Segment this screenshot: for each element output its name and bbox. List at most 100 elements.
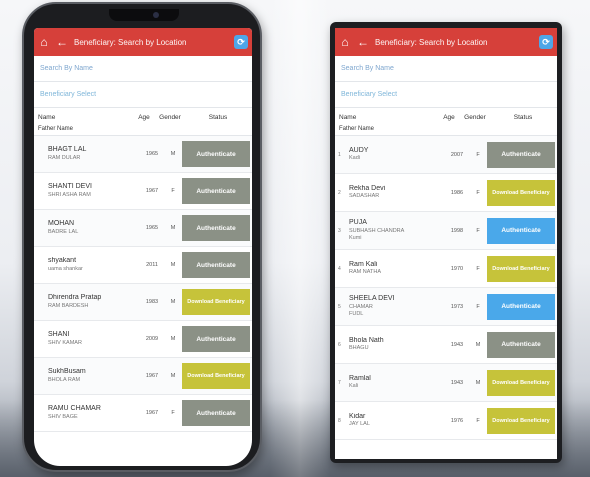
authenticate-button[interactable]: Authenticate <box>182 400 250 426</box>
back-arrow-icon[interactable]: ← <box>357 35 369 49</box>
beneficiary-name: Ram Kali <box>349 260 378 268</box>
table-row: MOHAN BADRE LAL 1965 M Authenticate <box>34 210 252 247</box>
column-gender: Gender <box>464 113 486 121</box>
beneficiary-name: Rekha Devi <box>349 184 386 192</box>
age-cell: 2007 <box>450 151 464 158</box>
age-cell: 1967 <box>145 410 159 416</box>
beneficiary-list: BHAGT LAL RAM DULAR 1965 M Authenticate SHANT… <box>34 136 252 432</box>
beneficiary-select-label: Beneficiary Select <box>40 91 97 98</box>
father-name: BHOLA RAM <box>48 376 81 383</box>
gender-cell: F <box>476 227 480 234</box>
beneficiary-name-cell: Ram Kali RAM NATHA <box>335 261 445 277</box>
table-row: 3 PUJA SUBHASH CHANDRA Kumi 1998 F Authenticat… <box>335 212 557 250</box>
age-cell: 1965 <box>145 151 159 157</box>
table-row: 8 Kidar JAY LAL 1976 F Download Beneficiary <box>335 402 557 440</box>
authenticate-button[interactable]: Authenticate <box>182 252 250 278</box>
authenticate-button[interactable]: Authenticate <box>487 217 555 244</box>
download-beneficiary-button[interactable]: Download Beneficiary <box>182 363 250 389</box>
gender-cell: M <box>170 225 176 231</box>
row-index: 4 <box>338 265 341 272</box>
column-gender: Gender <box>159 113 181 121</box>
gender-cell: F <box>476 417 480 424</box>
home-icon[interactable]: ⌂ <box>38 35 50 49</box>
gender-cell: F <box>476 189 480 196</box>
beneficiary-name: AUDY <box>349 146 369 154</box>
download-beneficiary-button[interactable]: Download Beneficiary <box>487 369 555 396</box>
age-cell: 2011 <box>146 262 158 268</box>
beneficiary-name-cell: SHEELA DEVI CHAMAR FUDL <box>335 295 445 318</box>
download-beneficiary-button[interactable]: Download Beneficiary <box>487 255 555 282</box>
search-placeholder: Search By Name <box>341 65 394 72</box>
beneficiary-name-cell: BHAGT LAL RAM DULAR <box>34 146 140 162</box>
beneficiary-select[interactable]: Beneficiary Select <box>335 82 557 108</box>
gender-cell: F <box>171 188 175 194</box>
father-name: uama shankar <box>48 265 83 272</box>
authenticate-button[interactable]: Authenticate <box>182 215 250 241</box>
gender-cell: M <box>475 379 481 386</box>
beneficiary-name: SHANI <box>48 331 70 339</box>
age-cell: 2009 <box>145 336 159 342</box>
beneficiary-select[interactable]: Beneficiary Select <box>34 82 252 108</box>
age-cell: 1943 <box>450 379 464 386</box>
father-name: RAM DULAR <box>48 154 81 161</box>
phone-left: ⌂ ← Beneficiary: Search by Location ⟳ Se… <box>22 2 262 472</box>
search-input[interactable]: Search By Name <box>335 56 557 82</box>
table-row: Dhirendra Pratap RAM BARDESH 1983 M Download… <box>34 284 252 321</box>
gender-cell: M <box>170 373 176 379</box>
father-name: RAM NATHA <box>349 269 381 276</box>
front-camera <box>153 12 159 18</box>
download-beneficiary-button[interactable]: Download Beneficiary <box>487 179 555 206</box>
father-name: JAY LAL <box>349 421 370 428</box>
age-cell: 1986 <box>450 189 464 196</box>
phone-notch <box>109 9 179 21</box>
search-placeholder: Search By Name <box>40 65 93 72</box>
home-icon[interactable]: ⌂ <box>339 35 351 49</box>
age-cell: 1983 <box>145 299 159 305</box>
authenticate-button[interactable]: Authenticate <box>182 326 250 352</box>
column-father-name: Father Name <box>335 126 557 136</box>
beneficiary-extra: Kumi <box>349 234 362 241</box>
download-beneficiary-button[interactable]: Download Beneficiary <box>487 407 555 434</box>
beneficiary-name: Bhola Nath <box>349 336 384 344</box>
authenticate-button[interactable]: Authenticate <box>487 141 555 168</box>
table-row: 1 AUDY Kadi 2007 F Authenticate <box>335 136 557 174</box>
authenticate-button[interactable]: Authenticate <box>182 141 250 167</box>
father-name: BADRE LAL <box>48 228 79 235</box>
beneficiary-list: 1 AUDY Kadi 2007 F Authenticate 2 Rekha Devi SAD… <box>335 136 557 440</box>
beneficiary-name: MOHAN <box>48 220 75 228</box>
download-beneficiary-button[interactable]: Download Beneficiary <box>182 289 250 315</box>
table-row: RAMU CHAMAR SHIV BAGE 1967 F Authenticate <box>34 395 252 432</box>
beneficiary-name-cell: Kidar JAY LAL <box>335 413 445 429</box>
authenticate-button[interactable]: Authenticate <box>487 331 555 358</box>
father-name: SUBHASH CHANDRA <box>349 228 405 234</box>
table-header: Name Age Gender Status <box>335 108 557 126</box>
age-cell: 1973 <box>450 303 464 310</box>
authenticate-button[interactable]: Authenticate <box>487 293 555 320</box>
age-cell: 1976 <box>450 417 464 424</box>
father-name: SHIV BAGE <box>48 413 78 420</box>
beneficiary-select-label: Beneficiary Select <box>341 91 398 98</box>
sync-icon[interactable]: ⟳ <box>234 35 248 49</box>
table-row: 6 Bhola Nath BHAGU 1943 M Authenticate <box>335 326 557 364</box>
row-index: 6 <box>338 341 341 348</box>
beneficiary-name-cell: shyakant uama shankar <box>34 257 140 273</box>
beneficiary-name-cell: Ramlal Kali <box>335 375 445 391</box>
phone-left-screen: ⌂ ← Beneficiary: Search by Location ⟳ Se… <box>34 28 252 466</box>
beneficiary-name-cell: SHANI SHIV KAMAR <box>34 331 140 347</box>
table-row: SukhBusam BHOLA RAM 1967 M Download Benefici… <box>34 358 252 395</box>
beneficiary-name: SHEELA DEVI <box>349 295 395 303</box>
back-arrow-icon[interactable]: ← <box>56 35 68 49</box>
app-bar: ⌂ ← Beneficiary: Search by Location ⟳ <box>335 28 557 56</box>
authenticate-button[interactable]: Authenticate <box>182 178 250 204</box>
column-father-name: Father Name <box>34 126 252 136</box>
beneficiary-name-cell: SHANTI DEVI SHRI ASHA RAM <box>34 183 140 199</box>
gender-cell: M <box>170 262 176 268</box>
app-bar-title: Beneficiary: Search by Location <box>375 37 488 47</box>
father-name: SHIV KAMAR <box>48 339 82 346</box>
search-input[interactable]: Search By Name <box>34 56 252 82</box>
sync-icon[interactable]: ⟳ <box>539 35 553 49</box>
gender-cell: F <box>171 410 175 416</box>
beneficiary-name: shyakant <box>48 257 77 265</box>
beneficiary-name: SHANTI DEVI <box>48 183 92 191</box>
beneficiary-name: SukhBusam <box>48 368 86 376</box>
